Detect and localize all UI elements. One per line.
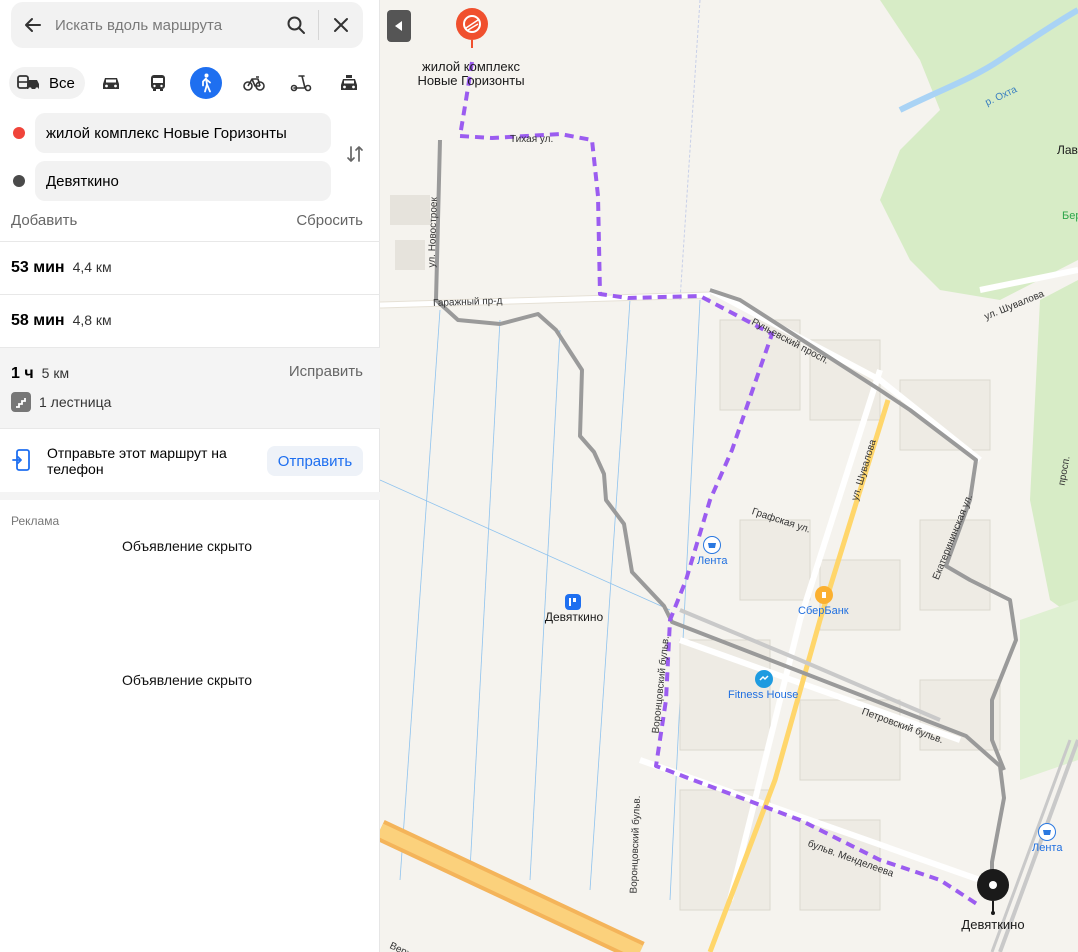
mode-all-button[interactable]: Все bbox=[9, 67, 85, 99]
route-distance: 4,8 км bbox=[72, 312, 112, 328]
back-button[interactable] bbox=[11, 2, 55, 48]
route-option-3-selected[interactable]: 1 ч 5 км Исправить 1 лестница bbox=[0, 347, 380, 428]
railway-station-icon[interactable] bbox=[565, 594, 581, 610]
map-pin-end-icon bbox=[977, 869, 1009, 915]
bank-icon[interactable] bbox=[815, 586, 833, 604]
fitness-icon[interactable] bbox=[755, 670, 773, 688]
route-search-bar bbox=[11, 2, 363, 48]
car-icon bbox=[103, 78, 119, 89]
stairs-count: 1 лестница bbox=[39, 394, 112, 410]
district-label: Лав bbox=[1057, 143, 1078, 157]
route-point-from: жилой комплекс Новые Горизонты bbox=[0, 113, 380, 153]
to-dot bbox=[13, 175, 25, 187]
route-panel: Все жилой комплекс Новые Горизонты Девят… bbox=[0, 0, 380, 952]
map-graphics bbox=[380, 0, 1078, 952]
transport-modes: Все bbox=[9, 66, 85, 100]
building bbox=[390, 195, 430, 225]
ad-hidden-2: Объявление скрыто bbox=[121, 672, 253, 688]
triangle-left-icon bbox=[395, 21, 402, 31]
bus-icon bbox=[151, 75, 165, 91]
send-button[interactable]: Отправить bbox=[267, 446, 363, 476]
swap-icon bbox=[347, 146, 363, 162]
lenta-store-icon[interactable] bbox=[1038, 823, 1056, 841]
send-to-phone: Отправьте этот маршрут на телефон Отправ… bbox=[0, 428, 380, 492]
mode-transit-button[interactable] bbox=[142, 67, 174, 99]
mode-all-label: Все bbox=[49, 74, 75, 92]
end-pin[interactable] bbox=[975, 868, 1011, 921]
field-drains bbox=[380, 299, 701, 901]
building bbox=[395, 240, 425, 270]
boundary bbox=[679, 0, 701, 301]
poi-fitness-label: Fitness House bbox=[728, 689, 799, 701]
close-icon bbox=[334, 18, 348, 32]
start-map-label: жилой комплекс Новые Горизонты bbox=[417, 59, 525, 88]
poi-lenta-label: Лента bbox=[1032, 842, 1063, 854]
mode-car-button[interactable] bbox=[95, 67, 127, 99]
route-option-1[interactable]: 53 мин 4,4 км bbox=[0, 241, 380, 295]
bank-label-right: Бер bbox=[1062, 210, 1078, 222]
scooter-icon bbox=[290, 75, 312, 92]
to-field[interactable]: Девяткино bbox=[35, 161, 331, 201]
route-distance: 4,4 км bbox=[72, 259, 112, 275]
bicycle-icon bbox=[243, 76, 265, 91]
station-label: Девяткино bbox=[544, 610, 604, 624]
highway-inner bbox=[380, 823, 643, 952]
from-dot bbox=[13, 127, 25, 139]
map-pin-start-icon bbox=[456, 8, 488, 48]
send-to-phone-text: Отправьте этот маршрут на телефон bbox=[47, 445, 227, 477]
mode-scooter-button[interactable] bbox=[285, 67, 317, 99]
collapse-panel-button[interactable] bbox=[387, 10, 411, 42]
phone-send-icon bbox=[12, 449, 30, 471]
add-point-link[interactable]: Добавить bbox=[11, 212, 77, 229]
pedestrian-icon bbox=[202, 73, 211, 93]
lenta-store-icon[interactable] bbox=[703, 536, 721, 554]
arrow-left-icon bbox=[25, 18, 41, 32]
park-area bbox=[1020, 600, 1078, 780]
mode-taxi-button[interactable] bbox=[333, 67, 365, 99]
map-canvas[interactable] bbox=[380, 0, 1078, 952]
close-button[interactable] bbox=[319, 2, 363, 48]
route-point-to: Девяткино bbox=[0, 161, 380, 201]
search-icon bbox=[287, 16, 305, 34]
fix-route-link[interactable]: Исправить bbox=[289, 363, 363, 380]
park-area bbox=[880, 0, 1078, 300]
ads-label: Реклама bbox=[11, 514, 60, 528]
reset-route-link[interactable]: Сбросить bbox=[296, 212, 363, 229]
route-distance: 5 км bbox=[41, 365, 70, 381]
swap-points-button[interactable] bbox=[343, 142, 367, 166]
street-tikhaya: Тихая ул. bbox=[510, 134, 554, 145]
route-time: 58 мин bbox=[11, 312, 65, 329]
stairs-icon bbox=[11, 392, 31, 412]
poi-lenta-label: Лента bbox=[697, 555, 728, 567]
route-time: 53 мин bbox=[11, 259, 65, 276]
route-point-actions: Добавить Сбросить bbox=[11, 212, 363, 229]
park-area bbox=[1030, 280, 1078, 620]
route-search-input[interactable] bbox=[55, 2, 274, 48]
start-pin[interactable] bbox=[455, 8, 489, 57]
mode-walk-button[interactable] bbox=[190, 67, 222, 99]
mode-bike-button[interactable] bbox=[238, 67, 270, 99]
section-divider bbox=[0, 492, 380, 500]
poi-sberbank-label: СберБанк bbox=[798, 605, 849, 617]
search-button[interactable] bbox=[274, 2, 318, 48]
taxi-icon bbox=[341, 75, 357, 90]
route-time: 1 ч bbox=[11, 365, 34, 382]
route-option-2[interactable]: 58 мин 4,8 км bbox=[0, 294, 380, 347]
from-field[interactable]: жилой комплекс Новые Горизонты bbox=[35, 113, 331, 153]
stairs-info: 1 лестница bbox=[11, 392, 111, 412]
ad-hidden-1: Объявление скрыто bbox=[121, 538, 253, 554]
multimodal-icon bbox=[17, 75, 39, 91]
